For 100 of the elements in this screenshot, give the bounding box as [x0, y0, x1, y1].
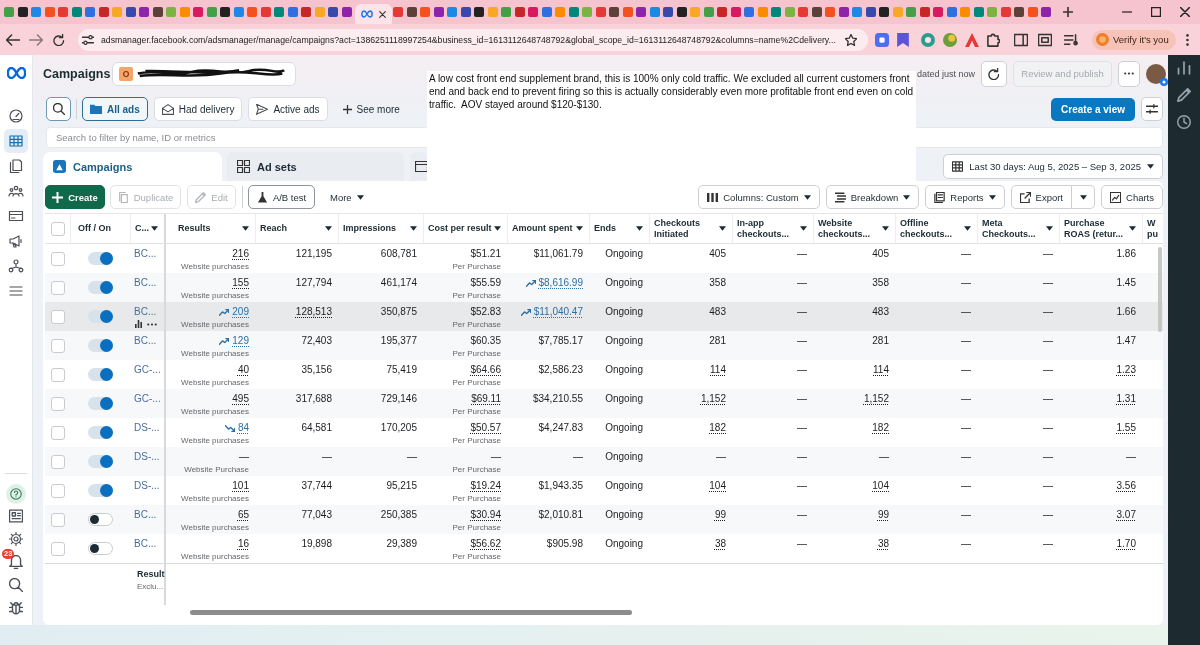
campaign-name-link[interactable]: BC... — [134, 248, 157, 260]
network-icon[interactable] — [8, 258, 24, 274]
checkbox[interactable] — [50, 309, 65, 324]
column-header[interactable]: Amount spent — [512, 223, 574, 234]
caret-icon[interactable] — [242, 226, 249, 231]
playlist-icon[interactable] — [1064, 32, 1078, 47]
column-header[interactable]: Cost per result — [428, 223, 492, 234]
ring-icon[interactable] — [921, 32, 935, 47]
see-more-button[interactable]: See more — [337, 97, 405, 121]
campaign-name-link[interactable]: DS-... — [134, 422, 160, 434]
campaign-name-link[interactable]: BC... — [134, 306, 157, 318]
caret-icon[interactable] — [882, 226, 889, 231]
columns-button[interactable]: Columns: Custom — [698, 185, 820, 209]
circle-logo-icon[interactable] — [943, 32, 957, 47]
results-link[interactable]: 209 — [219, 306, 249, 318]
column-header[interactable]: C... — [135, 223, 149, 234]
bug-icon[interactable] — [9, 600, 23, 615]
kebab-menu-icon[interactable] — [1185, 33, 1189, 46]
checkbox[interactable] — [50, 454, 65, 469]
charts-button[interactable]: Charts — [1101, 185, 1163, 209]
toggle-switch[interactable] — [87, 397, 113, 410]
caret-icon[interactable] — [1129, 226, 1136, 231]
tab-favicon-icon[interactable] — [341, 7, 352, 17]
tab-favicon-icon[interactable] — [152, 7, 163, 17]
column-header[interactable]: Website checkouts... — [818, 217, 880, 240]
table-row[interactable]: BC... 209 Website purchases 128,513 350,875 $52.83 Per Purchase $11,040.47 Ongoing 483 — 483 — — 1.66 — [45, 302, 1163, 331]
pages-icon[interactable] — [8, 158, 24, 174]
column-header[interactable]: Reach — [260, 223, 323, 234]
reports-button[interactable]: Reports — [925, 185, 1005, 209]
date-range-button[interactable]: Last 30 days: Aug 5, 2025 – Sep 3, 2025 — [943, 154, 1163, 179]
toggle-switch[interactable] — [87, 310, 113, 323]
clock-icon[interactable] — [1177, 115, 1191, 129]
caret-icon[interactable] — [494, 226, 501, 231]
ribbon-icon[interactable] — [896, 32, 910, 47]
results-link[interactable]: 84 — [224, 422, 249, 434]
breakdown-button[interactable]: Breakdown — [825, 185, 920, 209]
campaign-name-link[interactable]: GC-... — [134, 393, 161, 405]
checkbox[interactable] — [50, 541, 65, 556]
tab-favicon-icon[interactable] — [811, 7, 822, 17]
help-icon[interactable] — [6, 483, 26, 504]
campaign-name-link[interactable]: GC-... — [134, 364, 161, 376]
caret-icon[interactable] — [576, 226, 583, 231]
account-selector[interactable]: O — [112, 61, 296, 86]
infinity-logo-icon[interactable] — [6, 67, 26, 79]
rounded-square-icon[interactable] — [875, 32, 889, 47]
gauge-icon[interactable] — [8, 108, 24, 124]
checkbox[interactable] — [50, 251, 65, 266]
plus-icon[interactable] — [1062, 7, 1073, 17]
caret-icon[interactable] — [964, 226, 971, 231]
maximize-icon[interactable] — [1151, 7, 1161, 17]
filter-chip[interactable]: Had delivery — [153, 97, 243, 121]
vertical-scrollbar[interactable] — [1158, 247, 1162, 332]
table-row[interactable]: BC... 129 Website purchases 72,403 195,377 $60.35 Per Purchase $7,785.17 Ongoing 281 — 281 — — 1.47 — [45, 331, 1163, 360]
caret-icon[interactable] — [410, 226, 417, 231]
column-header[interactable]: Checkouts Initiated — [654, 217, 717, 240]
campaign-name-link[interactable]: BC... — [134, 277, 157, 289]
create-button[interactable]: Create — [45, 185, 105, 209]
create-view-button[interactable]: Create a view — [1051, 97, 1135, 121]
triangle-icon[interactable] — [965, 32, 979, 47]
column-header[interactable]: Results — [178, 223, 240, 234]
toggle-switch[interactable] — [87, 252, 113, 265]
campaign-name-link[interactable]: DS-... — [134, 451, 160, 463]
tab-favicon-icon[interactable] — [17, 7, 28, 17]
puzzle-icon[interactable] — [986, 32, 1000, 47]
side-panel-icon[interactable] — [1014, 32, 1028, 47]
level-tab[interactable]: Ad sets — [227, 152, 404, 181]
tab-favicon-icon[interactable] — [676, 7, 687, 17]
table-row[interactable]: DS-... — Website Purchase — — — Per Purchase — Ongoing — — — — — — — [45, 447, 1163, 476]
checkbox[interactable] — [50, 425, 65, 440]
close-icon[interactable] — [1180, 7, 1190, 17]
checkbox[interactable] — [50, 338, 65, 353]
tab-favicon-icon[interactable] — [838, 7, 849, 17]
column-header[interactable]: Ends — [594, 223, 634, 234]
tab-favicon-icon[interactable] — [433, 7, 444, 17]
menu-icon[interactable] — [8, 283, 24, 299]
close-icon[interactable] — [379, 10, 386, 18]
column-header[interactable]: Offline checkouts... — [900, 217, 962, 240]
checkbox[interactable] — [50, 483, 65, 498]
megaphone-icon[interactable] — [8, 233, 24, 249]
caret-icon[interactable] — [151, 226, 158, 231]
campaign-name-link[interactable]: BC... — [134, 538, 157, 550]
level-tab[interactable]: Campaigns — [43, 152, 222, 181]
column-header[interactable]: In-app checkouts... — [737, 217, 798, 240]
filter-chip[interactable]: All ads — [82, 97, 148, 121]
toggle-switch[interactable] — [87, 281, 113, 294]
tab-favicon-icon[interactable] — [220, 7, 230, 17]
people-icon[interactable] — [8, 183, 24, 199]
card-icon[interactable] — [8, 208, 24, 224]
caret-icon[interactable] — [719, 226, 726, 231]
caret-icon[interactable] — [1046, 226, 1053, 231]
table-row[interactable]: BC... 65 Website purchases 77,043 250,385 $30.94 Per Purchase $2,010.81 Ongoing 99 — 99 — — 3.07 — [45, 505, 1163, 534]
toggle-switch[interactable] — [87, 368, 113, 381]
toggle-switch[interactable] — [87, 455, 113, 468]
ellipsis-icon[interactable] — [147, 322, 157, 326]
active-tab[interactable] — [355, 4, 392, 24]
caret-icon[interactable] — [636, 226, 643, 231]
level-tab[interactable] — [410, 152, 427, 181]
amount-spent-link[interactable]: $8,616.99 — [525, 277, 583, 289]
star-icon[interactable] — [845, 33, 857, 46]
column-header[interactable]: Meta Checkouts... — [982, 217, 1044, 240]
